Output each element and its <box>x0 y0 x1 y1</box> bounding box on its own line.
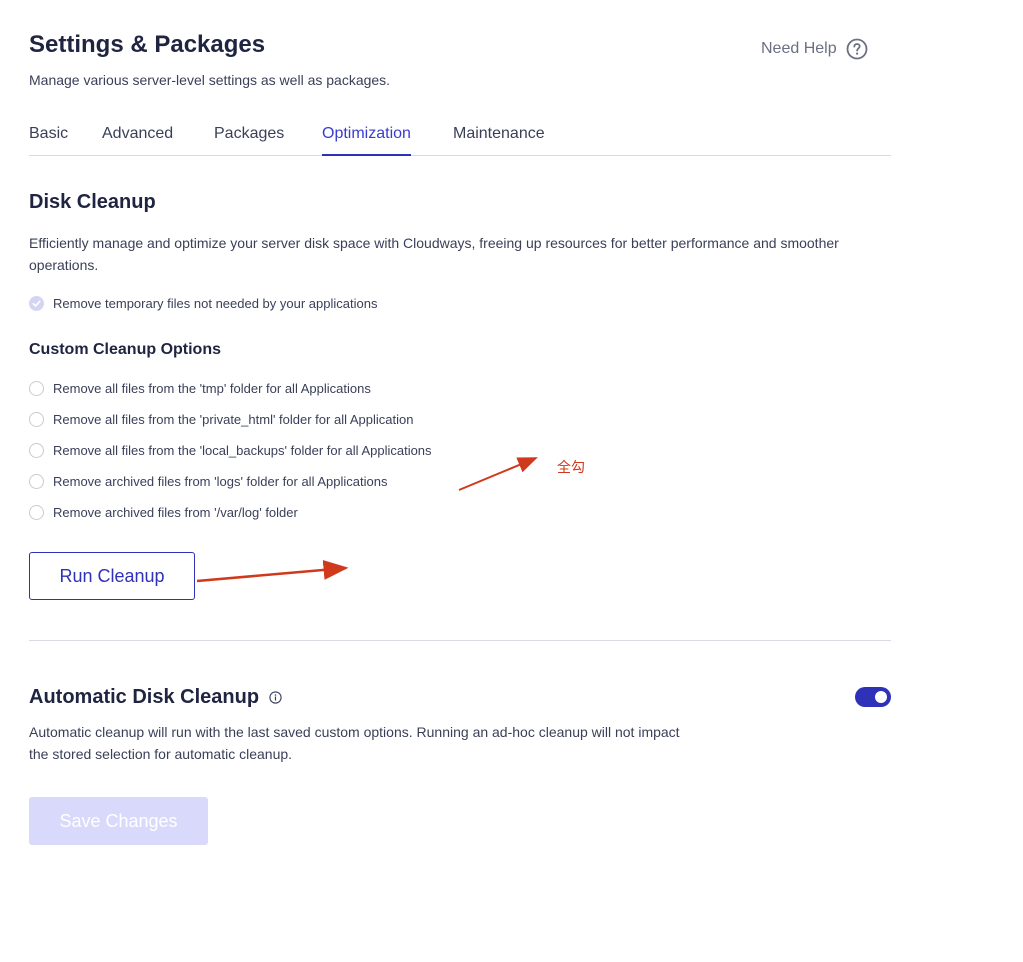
tab-optimization[interactable]: Optimization <box>322 125 411 156</box>
checkbox-tmp[interactable] <box>29 381 44 396</box>
disk-cleanup-description: Efficiently manage and optimize your ser… <box>29 235 839 273</box>
default-cleanup-label: Remove temporary files not needed by you… <box>53 296 378 311</box>
annotation-arrow-run-cleanup <box>196 559 349 583</box>
custom-option-label: Remove all files from the 'tmp' folder f… <box>53 381 371 396</box>
section-divider <box>29 640 891 641</box>
custom-option-label: Remove all files from the 'private_html'… <box>53 412 414 427</box>
custom-cleanup-title: Custom Cleanup Options <box>29 341 221 358</box>
custom-option-private-html[interactable]: Remove all files from the 'private_html'… <box>29 412 413 427</box>
annotation-label: 全勾 <box>557 459 585 475</box>
auto-cleanup-title: Automatic Disk Cleanup <box>29 686 260 708</box>
custom-option-var-log[interactable]: Remove archived files from '/var/log' fo… <box>29 505 298 520</box>
tab-maintenance[interactable]: Maintenance <box>453 125 545 155</box>
run-cleanup-button[interactable]: Run Cleanup <box>29 552 195 600</box>
page-subtitle: Manage various server-level settings as … <box>29 72 391 88</box>
page-title: Settings & Packages <box>29 31 266 58</box>
checkbox-logs[interactable] <box>29 474 44 489</box>
checked-disabled-icon <box>29 296 44 311</box>
tab-basic[interactable]: Basic <box>29 125 68 155</box>
custom-option-label: Remove archived files from 'logs' folder… <box>53 474 388 489</box>
checkbox-local-backups[interactable] <box>29 443 44 458</box>
settings-tabs: Basic Advanced Packages Optimization Mai… <box>29 125 891 156</box>
toggle-knob <box>875 691 887 703</box>
custom-option-logs[interactable]: Remove archived files from 'logs' folder… <box>29 474 387 489</box>
tab-advanced[interactable]: Advanced <box>102 125 173 155</box>
need-help-label: Need Help <box>761 40 837 57</box>
checkbox-private-html[interactable] <box>29 412 44 427</box>
auto-cleanup-header: Automatic Disk Cleanup <box>29 686 282 709</box>
tab-packages[interactable]: Packages <box>214 125 284 155</box>
need-help-link[interactable]: Need Help <box>761 38 868 60</box>
annotation-arrow-select-all <box>458 457 538 491</box>
checkbox-var-log[interactable] <box>29 505 44 520</box>
custom-option-tmp[interactable]: Remove all files from the 'tmp' folder f… <box>29 381 371 396</box>
question-circle-icon <box>846 38 868 60</box>
info-circle-icon[interactable] <box>269 691 282 704</box>
auto-cleanup-description-line2: the stored selection for automatic clean… <box>29 746 293 762</box>
default-cleanup-option: Remove temporary files not needed by you… <box>29 296 377 311</box>
custom-option-local-backups[interactable]: Remove all files from the 'local_backups… <box>29 443 432 458</box>
custom-option-label: Remove archived files from '/var/log' fo… <box>53 505 298 520</box>
custom-option-label: Remove all files from the 'local_backups… <box>53 443 432 458</box>
auto-cleanup-toggle[interactable] <box>855 687 891 707</box>
save-changes-button: Save Changes <box>29 797 208 845</box>
auto-cleanup-description-line1: Automatic cleanup will run with the last… <box>29 724 680 740</box>
disk-cleanup-title: Disk Cleanup <box>29 191 156 213</box>
